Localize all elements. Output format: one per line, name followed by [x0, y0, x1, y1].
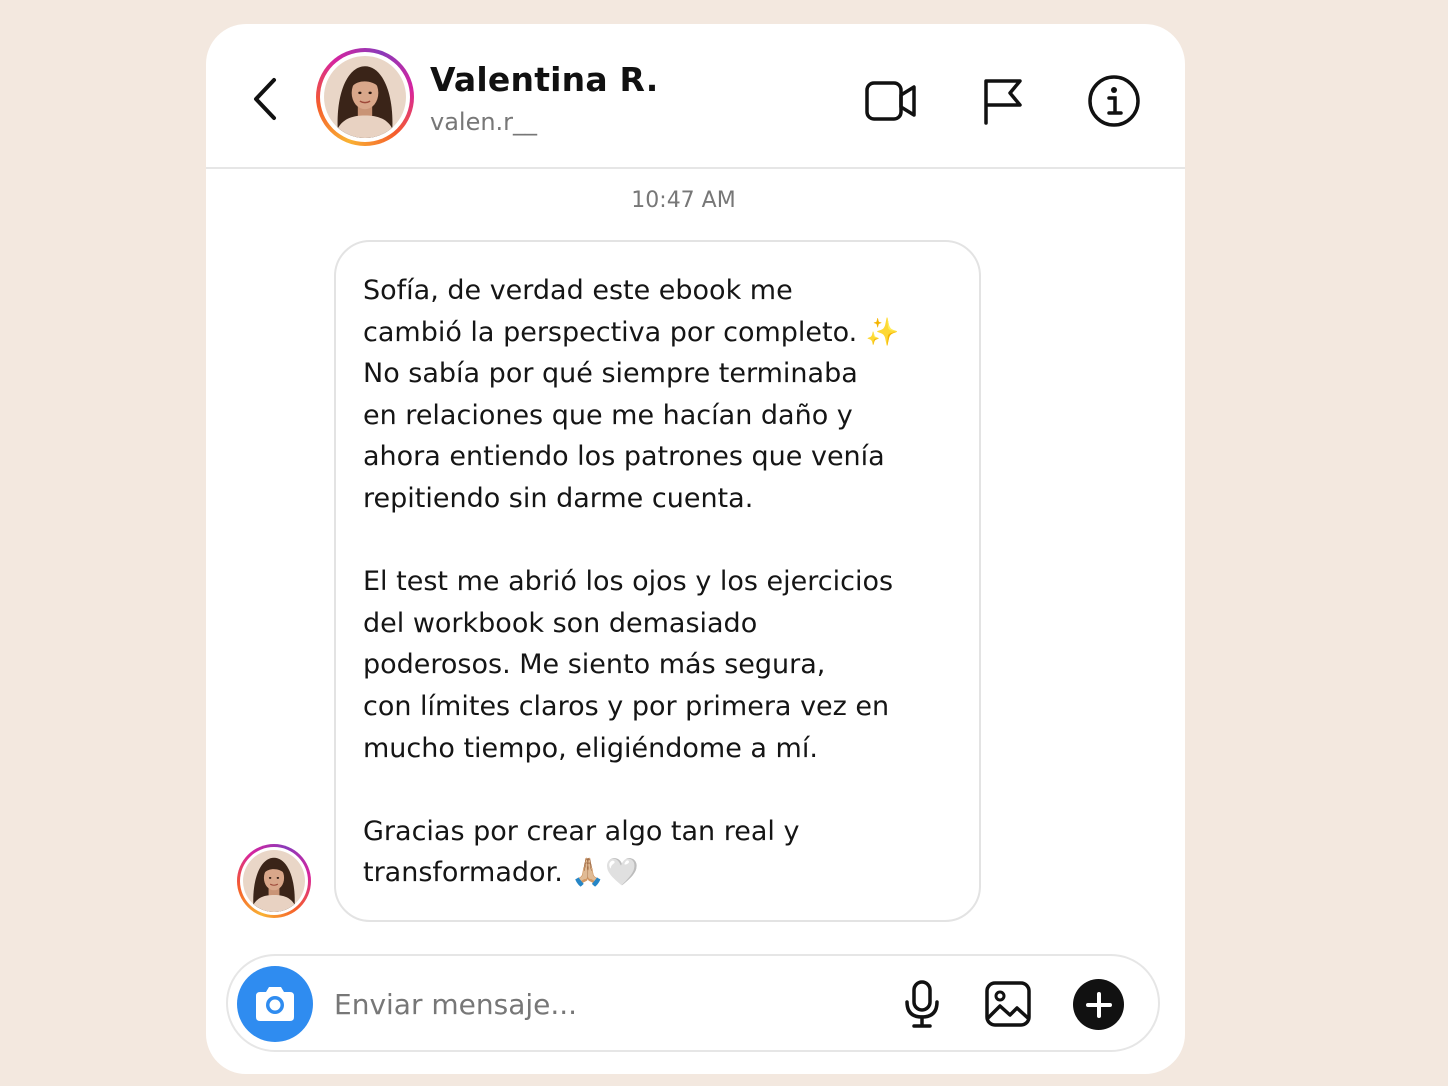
flag-icon: [984, 79, 1022, 125]
report-button[interactable]: [974, 72, 1032, 130]
message-input[interactable]: [334, 980, 854, 1028]
plus-icon: [1085, 991, 1112, 1018]
chevron-left-icon: [254, 78, 276, 120]
info-button[interactable]: [1085, 72, 1143, 130]
message-paragraph: El test me abrió los ojos y los ejercici…: [363, 566, 894, 764]
info-icon: [1088, 75, 1140, 127]
message-timestamp: 10:47 AM: [631, 188, 736, 213]
chat-window: Valentina R. valen.r__ 10:47 AM Sofía, d…: [206, 24, 1185, 1074]
camera-icon: [256, 987, 294, 1021]
message-composer: [226, 954, 1160, 1052]
message-paragraph: Gracias por crear algo tan real y transf…: [363, 815, 800, 889]
back-button[interactable]: [242, 74, 288, 124]
sender-avatar[interactable]: [237, 844, 311, 918]
microphone-icon: [905, 980, 939, 1028]
contact-username: valen.r__: [430, 108, 538, 136]
video-call-button[interactable]: [862, 72, 920, 130]
more-button[interactable]: [1073, 979, 1124, 1030]
image-icon: [985, 981, 1031, 1027]
contact-name[interactable]: Valentina R.: [430, 60, 659, 99]
message-paragraph: Sofía, de verdad este ebook me cambió la…: [363, 275, 900, 514]
chat-header: Valentina R. valen.r__: [206, 24, 1185, 169]
sender-avatar-photo: [243, 850, 305, 912]
gallery-button[interactable]: [982, 978, 1034, 1030]
message-bubble[interactable]: Sofía, de verdad este ebook me cambió la…: [334, 240, 981, 922]
avatar[interactable]: [316, 48, 414, 146]
video-camera-icon: [865, 81, 916, 121]
avatar-photo: [324, 56, 406, 138]
voice-message-button[interactable]: [896, 978, 948, 1030]
camera-button[interactable]: [237, 966, 313, 1042]
